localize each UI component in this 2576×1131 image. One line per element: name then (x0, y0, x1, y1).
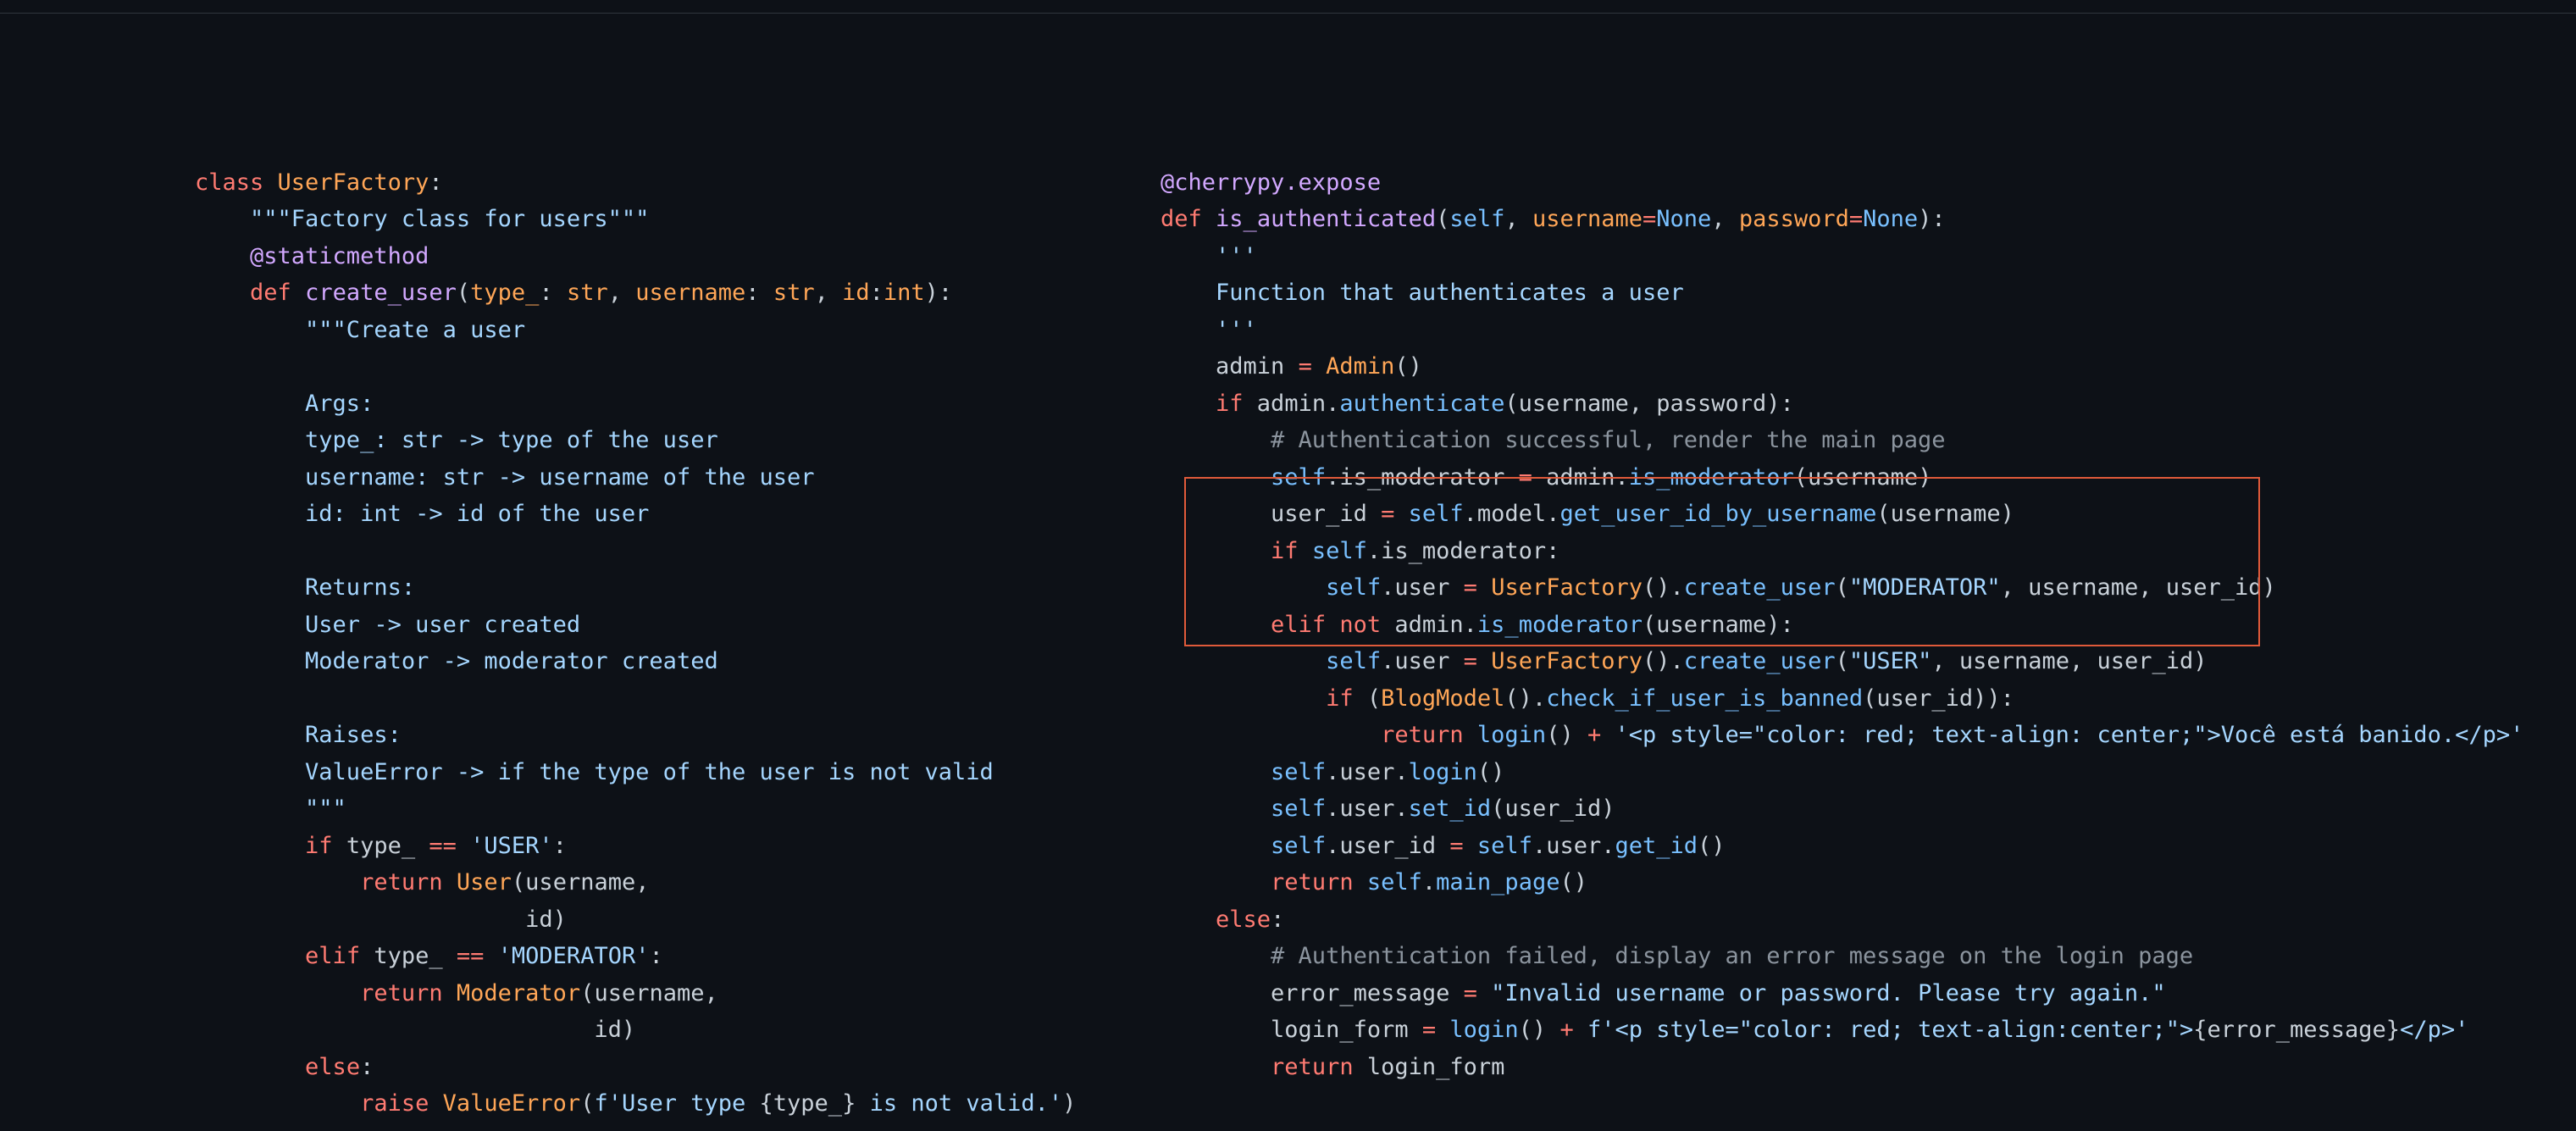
left-code-pane[interactable]: class UserFactory: """Factory class for … (195, 127, 1076, 1123)
func-name: is_authenticated (1216, 206, 1436, 232)
comment: # Authentication successful, render the … (1161, 427, 1946, 453)
decorator: @cherrypy.expose (1161, 169, 1381, 196)
kw-class: class (195, 169, 263, 196)
class-name: UserFactory (278, 169, 429, 196)
right-code-pane[interactable]: @cherrypy.expose def is_authenticated(se… (1161, 127, 2523, 1085)
decorator: @staticmethod (195, 243, 429, 269)
code-diff-view: class UserFactory: """Factory class for … (0, 0, 2576, 1131)
comment: # Authentication failed, display an erro… (1161, 943, 2193, 969)
top-divider (0, 13, 2576, 14)
docstring: """Factory class for users""" (195, 206, 649, 232)
func-name: create_user (305, 280, 457, 306)
